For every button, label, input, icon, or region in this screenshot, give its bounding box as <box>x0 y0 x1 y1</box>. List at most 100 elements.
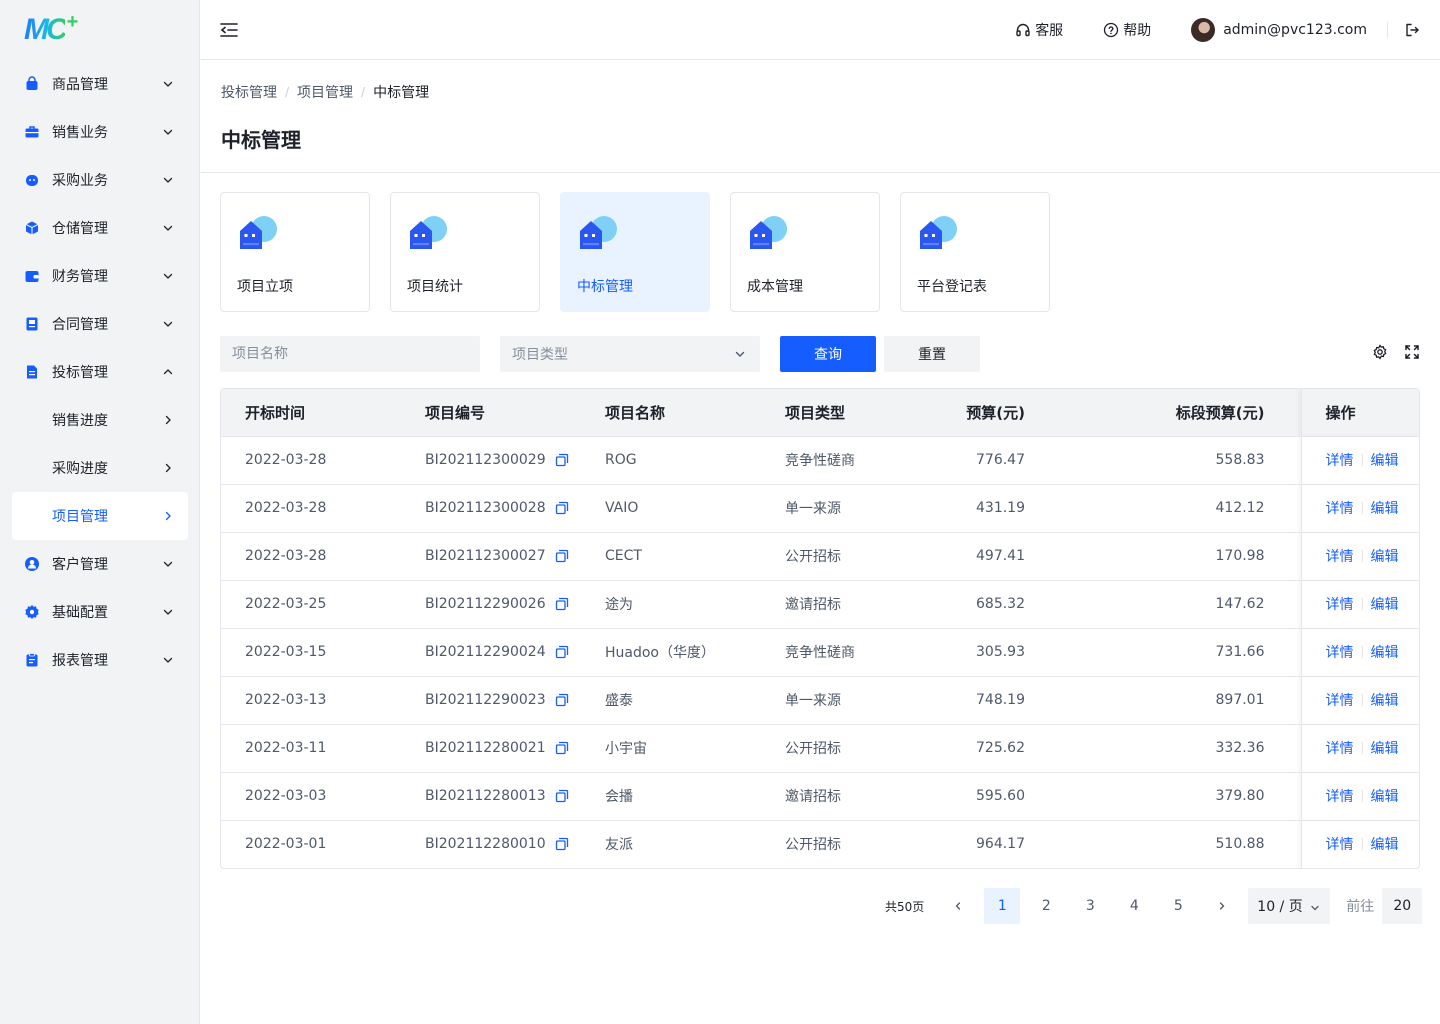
sidebar-item[interactable]: 仓储管理 <box>12 204 188 252</box>
action-divider <box>1361 646 1363 658</box>
section-budget: 731.66 <box>1215 644 1265 660</box>
detail-link[interactable]: 详情 <box>1326 597 1354 613</box>
fullscreen-icon[interactable] <box>1404 344 1420 360</box>
project-type-select[interactable]: 项目类型 <box>500 336 760 372</box>
breadcrumb-separator: / <box>361 85 366 99</box>
sidebar-item[interactable]: 客户管理 <box>12 540 188 588</box>
wallet-icon <box>24 268 40 284</box>
goto-page-input[interactable] <box>1382 888 1423 924</box>
table-row: 2022-03-03 BI202112280013 会播 邀请招标 595.60… <box>221 772 1419 820</box>
detail-link[interactable]: 详情 <box>1326 453 1354 469</box>
detail-link[interactable]: 详情 <box>1326 741 1354 757</box>
top-header: 客服 帮助 admin@pvc123.com <box>201 0 1440 60</box>
action-divider <box>1361 790 1363 802</box>
project-type: 单一来源 <box>785 501 841 517</box>
page-number-button[interactable]: 3 <box>1072 888 1108 924</box>
sidebar-item[interactable]: 基础配置 <box>12 588 188 636</box>
page-size-select[interactable]: 10 / 页 <box>1248 888 1331 924</box>
sidebar-item[interactable]: 采购业务 <box>12 156 188 204</box>
building-icon <box>577 215 619 251</box>
detail-link[interactable]: 详情 <box>1326 693 1354 709</box>
sidebar-item[interactable]: 销售业务 <box>12 108 188 156</box>
sidebar-subitem[interactable]: 销售进度 <box>12 396 188 444</box>
project-code: BI202112280021 <box>425 740 546 756</box>
detail-link[interactable]: 详情 <box>1326 789 1354 805</box>
breadcrumb-item[interactable]: 投标管理 <box>221 82 277 102</box>
page-number-button[interactable]: 2 <box>1028 888 1064 924</box>
project-name: VAIO <box>605 500 639 516</box>
module-card[interactable]: 项目统计 <box>390 192 540 312</box>
query-button[interactable]: 查询 <box>780 336 876 372</box>
sidebar-item[interactable]: 财务管理 <box>12 252 188 300</box>
page-number-button[interactable]: 1 <box>984 888 1021 924</box>
reset-button[interactable]: 重置 <box>884 336 980 372</box>
chevron-down-icon <box>162 126 174 138</box>
copy-icon[interactable] <box>555 693 569 707</box>
edit-link[interactable]: 编辑 <box>1371 693 1399 709</box>
column-header[interactable]: 开标时间 <box>221 389 401 436</box>
edit-link[interactable]: 编辑 <box>1371 741 1399 757</box>
logout-icon[interactable] <box>1404 22 1420 38</box>
edit-link[interactable]: 编辑 <box>1371 789 1399 805</box>
detail-link[interactable]: 详情 <box>1326 549 1354 565</box>
detail-link[interactable]: 详情 <box>1326 501 1354 517</box>
edit-link[interactable]: 编辑 <box>1371 453 1399 469</box>
page-number-button[interactable]: 5 <box>1160 888 1196 924</box>
app-logo[interactable]: MC + <box>24 12 78 45</box>
sidebar-item[interactable]: 合同管理 <box>12 300 188 348</box>
page-number-button[interactable]: 4 <box>1116 888 1152 924</box>
sidebar-item[interactable]: 商品管理 <box>12 60 188 108</box>
sidebar-subitem[interactable]: 采购进度 <box>12 444 188 492</box>
edit-link[interactable]: 编辑 <box>1371 645 1399 661</box>
section-budget: 558.83 <box>1215 452 1265 468</box>
table-row: 2022-03-28 BI202112300028 VAIO 单一来源 431.… <box>221 484 1419 532</box>
edit-link[interactable]: 编辑 <box>1371 549 1399 565</box>
project-code-cell: BI202112300027 <box>401 532 581 580</box>
header-actions: 客服 帮助 admin@pvc123.com <box>1015 0 1440 60</box>
copy-icon[interactable] <box>555 501 569 515</box>
row-actions: 详情 编辑 <box>1300 772 1419 820</box>
breadcrumb-item[interactable]: 项目管理 <box>297 82 353 102</box>
project-name-input[interactable] <box>220 336 480 372</box>
settings-icon[interactable] <box>1372 344 1388 360</box>
help-button[interactable]: 帮助 <box>1103 20 1151 40</box>
copy-icon[interactable] <box>555 453 569 467</box>
module-card[interactable]: 项目立项 <box>220 192 370 312</box>
bid-open-date: 2022-03-25 <box>245 596 327 612</box>
project-name: ROG <box>605 452 637 468</box>
copy-icon[interactable] <box>555 549 569 563</box>
copy-icon[interactable] <box>555 597 569 611</box>
prev-page-button[interactable] <box>940 888 976 924</box>
copy-icon[interactable] <box>555 789 569 803</box>
copy-icon[interactable] <box>555 645 569 659</box>
sidebar-item[interactable]: 报表管理 <box>12 636 188 684</box>
collapse-menu-icon[interactable] <box>219 20 239 40</box>
sidebar-subitem[interactable]: 项目管理 <box>12 492 188 540</box>
column-header[interactable]: 项目类型 <box>761 389 921 436</box>
action-divider <box>1361 550 1363 562</box>
column-header[interactable]: 标段预算(元) <box>1061 389 1301 436</box>
project-code-cell: BI202112280021 <box>401 724 581 772</box>
column-header[interactable]: 项目名称 <box>581 389 761 436</box>
edit-link[interactable]: 编辑 <box>1371 501 1399 517</box>
module-card[interactable]: 平台登记表 <box>900 192 1050 312</box>
copy-icon[interactable] <box>555 837 569 851</box>
sidebar-item[interactable]: 投标管理 <box>12 348 188 396</box>
support-button[interactable]: 客服 <box>1015 20 1063 40</box>
column-header[interactable]: 项目编号 <box>401 389 581 436</box>
project-code: BI202112280010 <box>425 836 546 853</box>
copy-icon[interactable] <box>555 741 569 755</box>
sidebar: MC + 商品管理 销售业务 采购业务 仓储管理 财务管理 合同管理 投标管理 销售进度 采购进… <box>0 0 200 1024</box>
detail-link[interactable]: 详情 <box>1326 645 1354 661</box>
detail-link[interactable]: 详情 <box>1326 837 1354 853</box>
briefcase-icon <box>24 124 40 140</box>
chevron-down-icon <box>162 174 174 186</box>
module-card[interactable]: 成本管理 <box>730 192 880 312</box>
column-header[interactable]: 预算(元) <box>921 389 1061 436</box>
edit-link[interactable]: 编辑 <box>1371 597 1399 613</box>
module-card[interactable]: 中标管理 <box>560 192 710 312</box>
cart-icon <box>24 172 40 188</box>
next-page-button[interactable] <box>1204 888 1240 924</box>
user-menu[interactable]: admin@pvc123.com <box>1191 18 1367 42</box>
edit-link[interactable]: 编辑 <box>1371 837 1399 853</box>
